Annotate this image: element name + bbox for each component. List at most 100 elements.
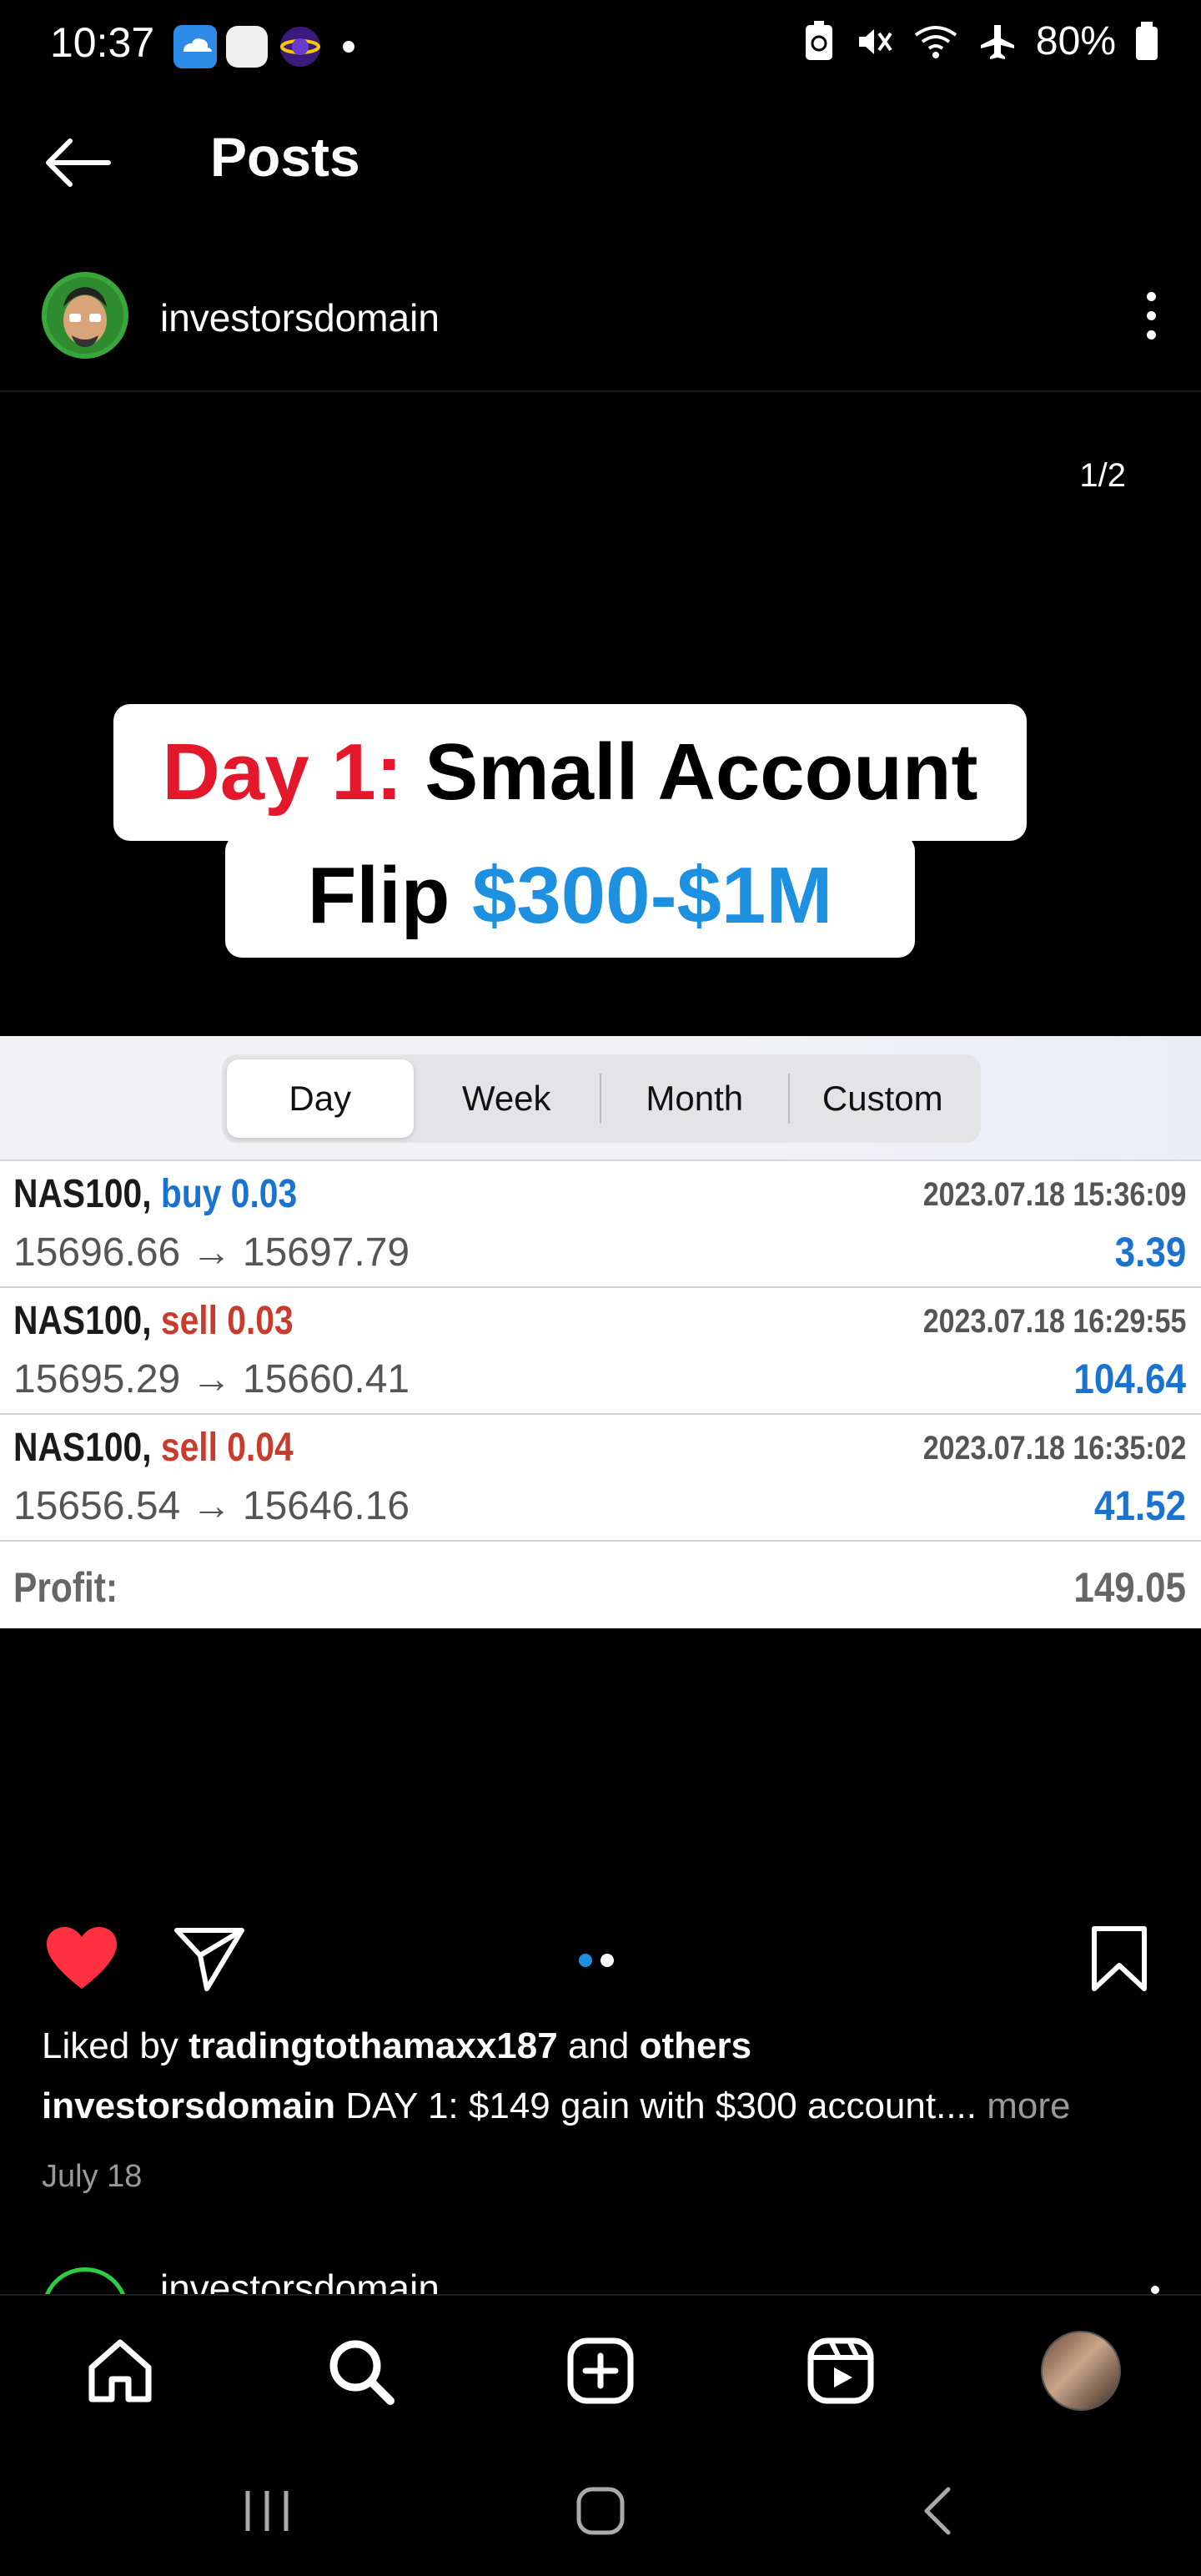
trade-row: NAS100, buy 0.03 15696.66 → 15697.79 202… [0, 1161, 1201, 1288]
nav-profile-avatar[interactable] [1041, 2331, 1121, 2411]
recent-apps-button[interactable] [225, 2469, 309, 2553]
carousel-dot [600, 1954, 614, 1967]
notification-dot-icon [342, 40, 355, 53]
trade-row: NAS100, sell 0.04 15656.54 → 15646.16 20… [0, 1415, 1201, 1542]
likes-and: and [567, 2025, 630, 2066]
next-post-more-dot[interactable] [1151, 2286, 1159, 2294]
post-actions [0, 1919, 1201, 2002]
battery-saver-icon [802, 20, 836, 63]
status-time: 10:37 [50, 19, 155, 66]
caption-line: investorsdomain DAY 1: $149 gain with $3… [42, 2085, 1176, 2127]
chevron-left-icon [924, 2487, 951, 2535]
trade-prices: 15656.54 → 15646.16 [13, 1484, 410, 1528]
tab-week[interactable]: Week [414, 1059, 600, 1138]
next-post-avatar[interactable] [42, 2267, 128, 2294]
period-tabs: Day Week Month Custom [222, 1054, 981, 1143]
home-square-icon [576, 2487, 625, 2535]
battery-percent: 80% [1035, 19, 1116, 63]
caption-text: DAY 1: $149 gain with $300 account.... [345, 2085, 977, 2126]
dot [1146, 291, 1156, 301]
trade-time: 2023.07.18 15:36:09 [922, 1176, 1186, 1213]
home-icon [88, 2339, 152, 2402]
planet-app-icon [277, 23, 324, 70]
status-right-group: 80% [802, 18, 1159, 64]
arrow-left-icon [46, 138, 111, 187]
mute-icon [854, 22, 894, 62]
next-post-header: investorsdomain [0, 2261, 1201, 2294]
dot [1146, 330, 1156, 340]
system-back-button[interactable] [896, 2469, 979, 2553]
airplane-mode-icon [977, 22, 1018, 62]
trade-row: NAS100, sell 0.03 15695.29 → 15660.41 20… [0, 1288, 1201, 1415]
caption-username[interactable]: investorsdomain [42, 2085, 335, 2126]
banner-flip-text: Flip [307, 851, 450, 940]
paper-plane-icon [174, 1928, 244, 1991]
profit-label: Profit: [13, 1564, 118, 1611]
banner-line-1: Day 1: Small Account [113, 704, 1027, 841]
trade-time: 2023.07.18 16:35:02 [922, 1430, 1186, 1467]
post-header: investorsdomain [0, 267, 1201, 392]
heart-icon [47, 1927, 117, 1989]
banner-amount-text: $300-$1M [472, 851, 833, 940]
wifi-icon [912, 22, 959, 62]
top-bar: Posts [0, 108, 1201, 209]
symbol-text: NAS100, [13, 1172, 152, 1216]
search-icon [329, 2340, 394, 2405]
trade-symbol: NAS100, sell 0.03 [13, 1298, 294, 1344]
recent-apps-icon [245, 2491, 289, 2531]
back-button[interactable] [42, 129, 125, 196]
dot [1146, 310, 1156, 320]
banner-line-2: Flip $300-$1M [225, 834, 915, 958]
likes-others-link[interactable]: others [640, 2025, 751, 2066]
tab-custom[interactable]: Custom [790, 1059, 977, 1138]
trade-side: sell 0.03 [160, 1299, 294, 1343]
author-avatar[interactable] [42, 272, 128, 359]
nav-reels[interactable] [799, 2329, 882, 2412]
system-navigation-bar [0, 2436, 1201, 2576]
tab-month[interactable]: Month [601, 1059, 788, 1138]
caption-more-link[interactable]: more [987, 2085, 1070, 2126]
post-date: July 18 [42, 2159, 143, 2194]
trade-profit: 104.64 [1073, 1356, 1186, 1402]
page-title: Posts [210, 126, 360, 188]
next-post-username[interactable]: investorsdomain [160, 2266, 440, 2294]
post-media[interactable]: 1/2 Day 1: Small Account Flip $300-$1M D… [0, 392, 1201, 1894]
symbol-text: NAS100, [13, 1426, 152, 1470]
bookmark-icon [1092, 1926, 1147, 1991]
trade-time: 2023.07.18 16:29:55 [922, 1303, 1186, 1340]
like-button[interactable] [45, 1925, 118, 1996]
profit-summary-row: Profit: 149.05 [0, 1545, 1201, 1628]
add-post-icon [567, 2337, 634, 2404]
battery-icon [1134, 21, 1159, 62]
nav-create[interactable] [559, 2329, 642, 2412]
trade-prices: 15696.66 → 15697.79 [13, 1230, 410, 1275]
share-button[interactable] [173, 1925, 245, 1996]
status-bar: 10:37 80% [0, 0, 1201, 92]
liked-by-user[interactable]: tradingtothamaxx187 [188, 2025, 558, 2066]
trade-symbol: NAS100, sell 0.04 [13, 1425, 294, 1471]
carousel-dot-active [579, 1954, 592, 1967]
symbol-text: NAS100, [13, 1299, 152, 1343]
more-options-button[interactable] [1126, 282, 1176, 349]
profit-total: 149.05 [1073, 1564, 1186, 1611]
trade-profit: 41.52 [1093, 1482, 1186, 1529]
banner-day-label: Day 1: [162, 727, 403, 817]
media-counter: 1/2 [1079, 457, 1126, 494]
author-username[interactable]: investorsdomain [160, 295, 440, 340]
reels-icon [807, 2337, 874, 2404]
banner-title-text: Small Account [425, 727, 978, 817]
carousel-indicator [579, 1954, 614, 1967]
cloud-app-icon [172, 23, 219, 70]
likes-line: Liked by tradingtothamaxx187 and others [42, 2025, 1176, 2067]
trade-side: buy 0.03 [160, 1172, 298, 1216]
trade-history-panel: Day Week Month Custom NAS100, buy 0.03 1… [0, 1036, 1201, 1628]
bottom-navigation [0, 2294, 1201, 2436]
trade-profit: 3.39 [1114, 1229, 1186, 1275]
nav-home[interactable] [78, 2329, 162, 2412]
trade-symbol: NAS100, buy 0.03 [13, 1171, 297, 1217]
trade-side: sell 0.04 [160, 1426, 294, 1470]
save-button[interactable] [1089, 1925, 1149, 1996]
home-button[interactable] [559, 2469, 642, 2553]
tab-day[interactable]: Day [227, 1059, 414, 1138]
nav-search[interactable] [319, 2329, 402, 2412]
